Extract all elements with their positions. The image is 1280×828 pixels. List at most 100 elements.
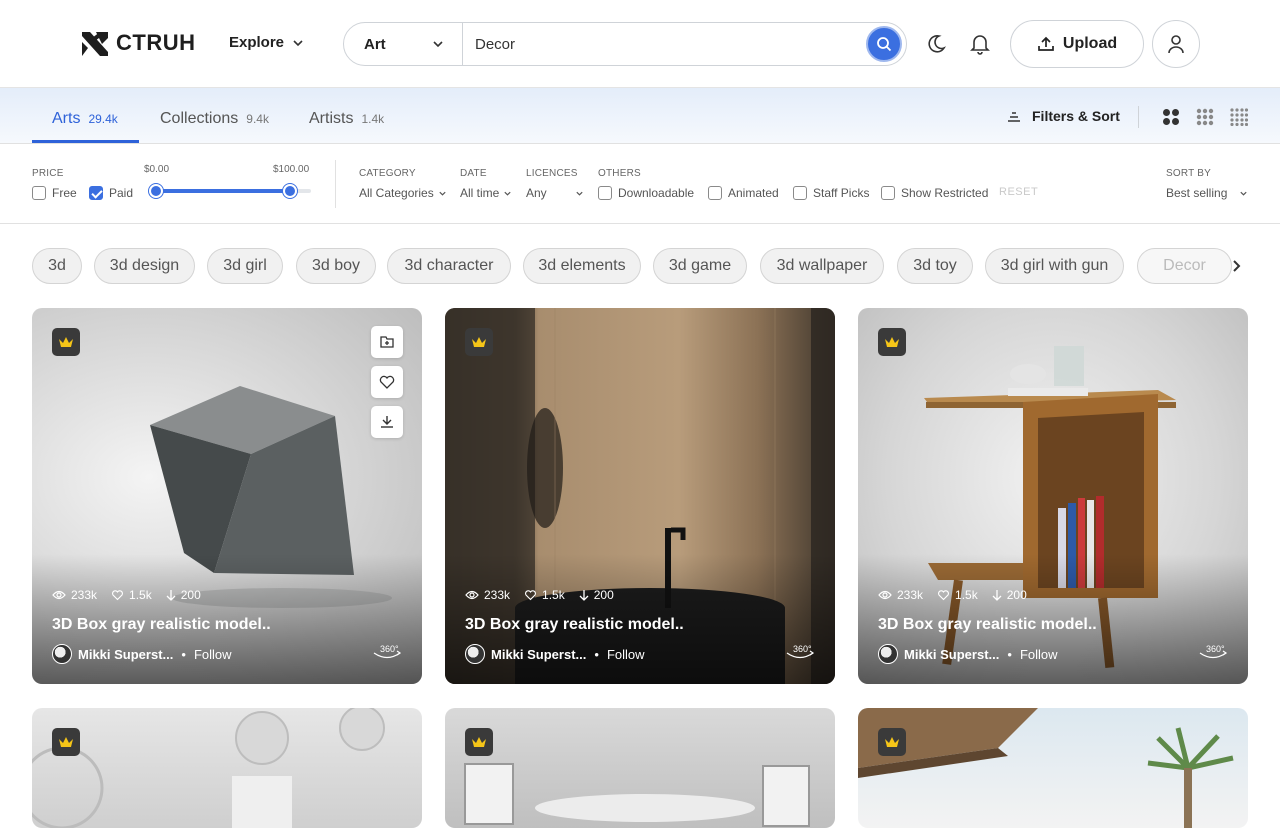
- chevron-down-icon: [293, 39, 303, 46]
- grid-small-icon[interactable]: [1230, 108, 1248, 126]
- grid-large-icon[interactable]: [1162, 108, 1180, 126]
- chevron-down-icon: [433, 41, 443, 48]
- 360-view-icon[interactable]: 360°: [785, 642, 815, 662]
- chip[interactable]: 3d girl with gun: [985, 248, 1124, 284]
- 360-view-icon[interactable]: 360°: [372, 642, 402, 662]
- search-input[interactable]: [463, 35, 866, 53]
- download-button[interactable]: [371, 406, 403, 438]
- likes-count: 1.5k: [129, 588, 152, 602]
- chevron-right-icon: [1233, 260, 1241, 272]
- tab-artists[interactable]: Artists 1.4k: [309, 110, 384, 128]
- chip[interactable]: 3d toy: [897, 248, 973, 284]
- checkbox-checked: [89, 186, 103, 200]
- art-card[interactable]: [445, 708, 835, 828]
- filters-sort-button[interactable]: Filters & Sort: [1006, 108, 1120, 124]
- card-author: Mikki Superst... • Follow: [465, 644, 645, 664]
- follow-link[interactable]: Follow: [1020, 647, 1058, 662]
- upload-label: Upload: [1062, 35, 1118, 52]
- crown-icon: [885, 737, 899, 747]
- price-free-checkbox[interactable]: Free: [32, 186, 77, 200]
- follow-link[interactable]: Follow: [607, 647, 645, 662]
- downloadable-checkbox[interactable]: Downloadable: [598, 186, 694, 200]
- logo-icon: [82, 32, 108, 56]
- card-stats: 233k 1.5k 200: [465, 588, 614, 602]
- tab-arts[interactable]: Arts 29.4k: [52, 110, 118, 128]
- art-card[interactable]: [32, 708, 422, 828]
- logo-text: CTRUH: [116, 30, 196, 55]
- reset-button[interactable]: RESET: [999, 186, 1038, 198]
- checkbox: [881, 186, 895, 200]
- licences-select[interactable]: Any: [526, 186, 584, 200]
- price-paid-checkbox[interactable]: Paid: [89, 186, 133, 200]
- tab-label: Artists: [309, 110, 354, 127]
- author-name[interactable]: Mikki Superst...: [491, 647, 586, 662]
- price-slider-max-handle[interactable]: [283, 184, 297, 198]
- chips-next-button[interactable]: [1224, 254, 1248, 278]
- chip[interactable]: Decor: [1137, 248, 1232, 284]
- paid-label: Paid: [109, 186, 134, 200]
- category-select[interactable]: All Categories: [359, 186, 447, 200]
- premium-badge: [52, 328, 80, 356]
- heart-icon: [525, 590, 537, 601]
- downloads-count: 200: [593, 588, 614, 602]
- moon-icon: [928, 35, 946, 53]
- sort-by-label: SORT BY: [1166, 168, 1211, 179]
- tab-count: 29.4k: [88, 112, 118, 126]
- author-name[interactable]: Mikki Superst...: [78, 647, 173, 662]
- eye-icon: [878, 590, 892, 600]
- likes-count: 1.5k: [542, 588, 565, 602]
- grid-medium-icon[interactable]: [1196, 108, 1214, 126]
- crown-icon: [472, 737, 486, 747]
- profile-button[interactable]: [1152, 20, 1200, 68]
- price-slider-min-handle[interactable]: [149, 184, 163, 198]
- artwork-image: [32, 708, 385, 828]
- chip[interactable]: 3d: [32, 248, 82, 284]
- follow-link[interactable]: Follow: [194, 647, 232, 662]
- likes-stat: 1.5k: [937, 588, 978, 602]
- tab-label: Collections: [160, 110, 239, 127]
- search-button[interactable]: [866, 26, 902, 62]
- art-card[interactable]: 233k 1.5k 200 3D Box gray realistic mode…: [32, 308, 422, 684]
- avatar[interactable]: [878, 644, 898, 664]
- chip[interactable]: 3d game: [653, 248, 747, 284]
- notifications-button[interactable]: [968, 32, 992, 56]
- chip[interactable]: 3d elements: [523, 248, 641, 284]
- art-card[interactable]: 233k 1.5k 200 3D Box gray realistic mode…: [445, 308, 835, 684]
- chip[interactable]: 3d character: [387, 248, 511, 284]
- views-stat: 233k: [465, 588, 510, 602]
- separator-dot: •: [1007, 646, 1012, 662]
- heart-icon: [938, 590, 950, 601]
- show-restricted-checkbox[interactable]: Show Restricted: [881, 186, 988, 200]
- bell-icon: [970, 35, 990, 55]
- logo[interactable]: CTRUH: [80, 28, 196, 58]
- explore-menu[interactable]: Explore: [229, 34, 304, 51]
- staff-picks-checkbox[interactable]: Staff Picks: [793, 186, 869, 200]
- premium-badge: [52, 728, 80, 756]
- search-category-select[interactable]: Art: [344, 23, 463, 65]
- chip[interactable]: 3d design: [94, 248, 195, 284]
- 360-view-icon[interactable]: 360°: [1198, 642, 1228, 662]
- checkbox: [708, 186, 722, 200]
- avatar[interactable]: [52, 644, 72, 664]
- tab-collections[interactable]: Collections 9.4k: [160, 110, 269, 128]
- art-card[interactable]: [858, 708, 1248, 828]
- add-to-collection-button[interactable]: [371, 326, 403, 358]
- upload-button[interactable]: Upload: [1010, 20, 1144, 68]
- chip[interactable]: 3d wallpaper: [760, 248, 884, 284]
- dark-mode-toggle[interactable]: [924, 32, 948, 56]
- chip[interactable]: 3d boy: [296, 248, 376, 284]
- downloads-count: 200: [1006, 588, 1027, 602]
- animated-checkbox[interactable]: Animated: [708, 186, 779, 200]
- eye-icon: [465, 590, 479, 600]
- like-button[interactable]: [371, 366, 403, 398]
- date-select[interactable]: All time: [460, 186, 512, 200]
- author-name[interactable]: Mikki Superst...: [904, 647, 999, 662]
- price-max-value: $100.00: [273, 164, 310, 175]
- premium-badge: [878, 328, 906, 356]
- downloads-stat: 200: [166, 588, 201, 602]
- art-card[interactable]: 233k 1.5k 200 3D Box gray realistic mode…: [858, 308, 1248, 684]
- avatar[interactable]: [465, 644, 485, 664]
- sort-by-select[interactable]: Best selling: [1166, 186, 1248, 200]
- premium-badge: [878, 728, 906, 756]
- chip[interactable]: 3d girl: [207, 248, 283, 284]
